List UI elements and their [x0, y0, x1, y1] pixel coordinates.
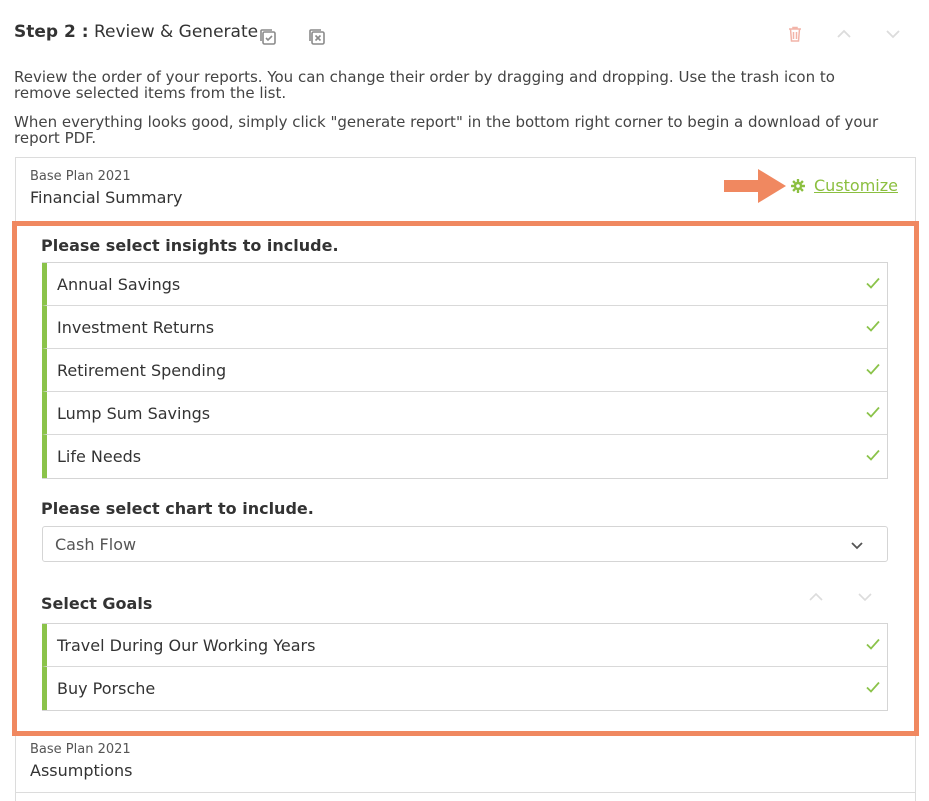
report-plan-label: Base Plan 2021 — [30, 169, 131, 184]
checkmark-icon — [866, 363, 880, 375]
arrow-annotation-icon — [724, 169, 786, 203]
checkmark-icon — [866, 681, 880, 693]
checkmark-icon — [866, 277, 880, 289]
chevron-up-icon[interactable] — [834, 24, 854, 44]
divider — [16, 792, 915, 793]
chevron-down-icon — [851, 542, 863, 550]
chart-select-title: Please select chart to include. — [41, 499, 314, 518]
step-prefix: Step 2 : — [14, 22, 89, 42]
select-all-icon[interactable] — [258, 27, 278, 47]
goal-item[interactable]: Buy Porsche — [42, 667, 887, 710]
insight-item[interactable]: Retirement Spending — [42, 349, 887, 392]
insight-item[interactable]: Investment Returns — [42, 306, 887, 349]
insight-label: Annual Savings — [57, 274, 181, 294]
step-name: Review & Generate — [93, 22, 259, 42]
goals-chevron-up-icon[interactable] — [807, 588, 825, 606]
goal-label: Buy Porsche — [57, 679, 156, 698]
checkmark-icon — [866, 406, 880, 418]
chart-select-dropdown[interactable]: Cash Flow — [42, 526, 888, 562]
step-title: Step 2 : Review & Generate — [14, 22, 258, 42]
chevron-down-icon[interactable] — [883, 24, 903, 44]
insight-label: Lump Sum Savings — [57, 403, 211, 423]
report-name: Assumptions — [30, 761, 133, 780]
insight-label: Investment Returns — [57, 317, 215, 337]
insight-label: Life Needs — [57, 447, 142, 466]
goal-label: Travel During Our Working Years — [57, 635, 316, 655]
trash-icon[interactable] — [785, 24, 805, 44]
checkmark-icon — [866, 638, 880, 650]
report-plan-label: Base Plan 2021 — [30, 742, 131, 757]
goal-item[interactable]: Travel During Our Working Years — [42, 624, 887, 667]
insight-item[interactable]: Life Needs — [42, 435, 887, 478]
report-name: Financial Summary — [30, 188, 183, 207]
goals-list: Travel During Our Working Years Buy Pors… — [42, 623, 888, 711]
checkmark-icon — [866, 449, 880, 461]
description-instructions: Review the order of your reports. You ca… — [14, 68, 835, 102]
insight-item[interactable]: Annual Savings — [42, 263, 887, 306]
goals-title: Select Goals — [41, 594, 153, 613]
description-generate: When everything looks good, simply click… — [14, 113, 879, 147]
customize-link[interactable]: Customize — [790, 176, 898, 195]
insights-list: Annual Savings Investment Returns Retire… — [42, 262, 888, 479]
checkmark-icon — [866, 320, 880, 332]
chart-select-value: Cash Flow — [55, 534, 137, 554]
customize-label: Customize — [814, 176, 898, 195]
goals-chevron-down-icon[interactable] — [856, 588, 874, 606]
deselect-all-icon[interactable] — [307, 27, 327, 47]
insights-title: Please select insights to include. — [41, 236, 339, 255]
insight-label: Retirement Spending — [57, 360, 227, 380]
gear-icon — [791, 178, 805, 193]
insight-item[interactable]: Lump Sum Savings — [42, 392, 887, 435]
